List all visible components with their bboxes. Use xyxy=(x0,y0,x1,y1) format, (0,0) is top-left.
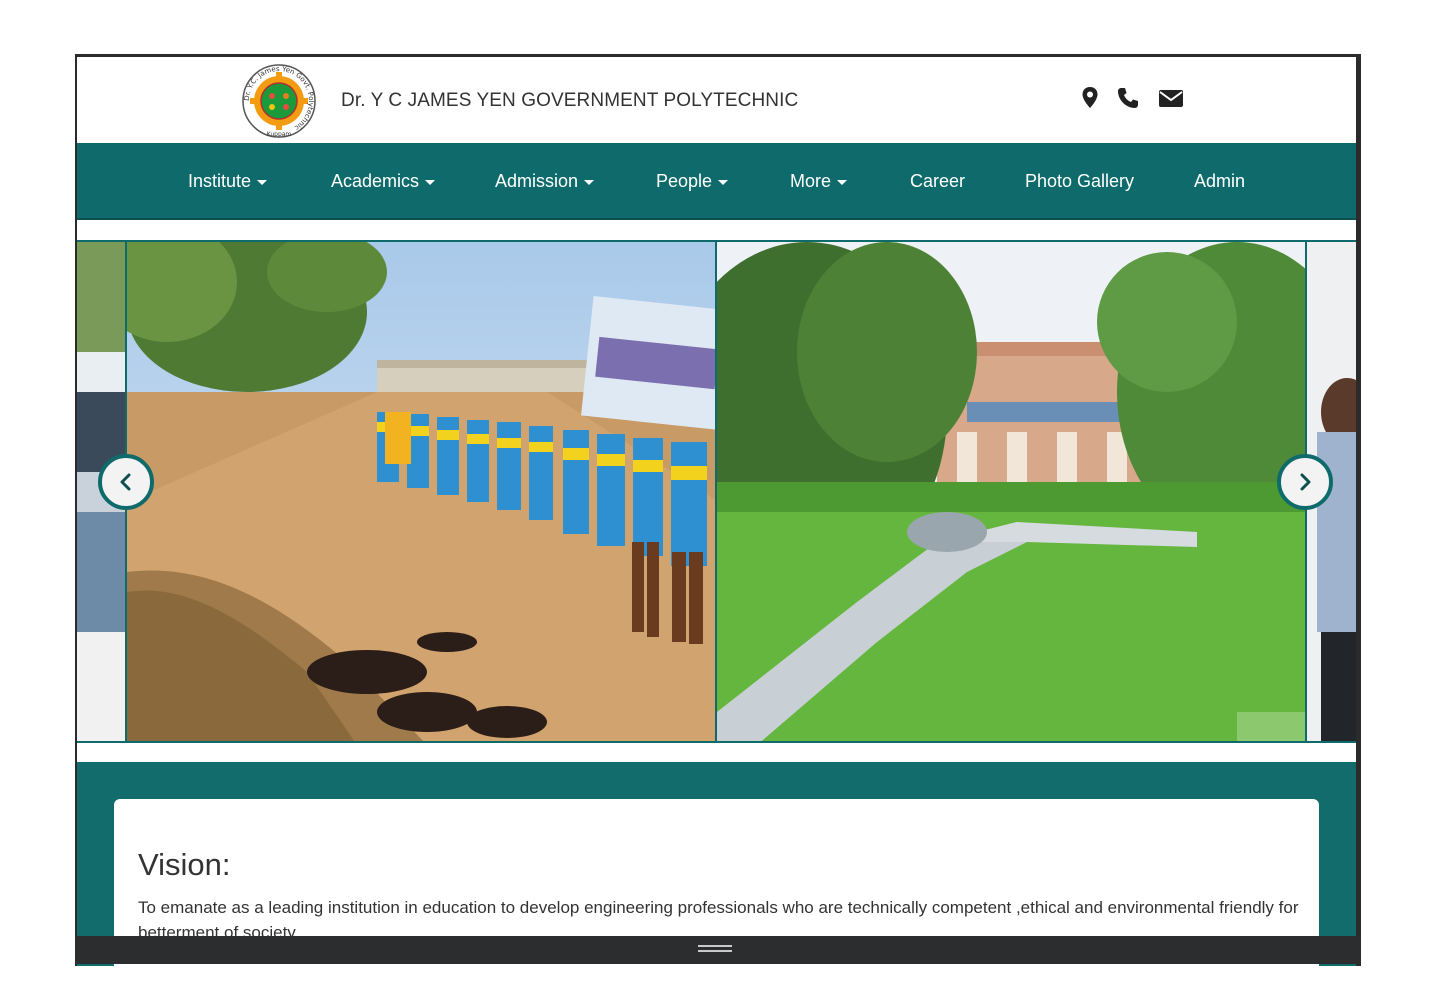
nav-item-label: Career xyxy=(910,171,966,191)
phone-icon[interactable] xyxy=(1115,85,1141,111)
nav-list: Institute Academics Admission People Mor… xyxy=(77,143,1356,218)
nav-item-label: Admin xyxy=(1194,171,1246,191)
vision-title: Vision: xyxy=(138,847,231,882)
nav-item-label: More xyxy=(790,171,832,191)
carousel-prev-button[interactable] xyxy=(98,454,154,510)
nav-item-label: Institute xyxy=(188,171,252,191)
nav-item-career[interactable]: Career xyxy=(910,143,965,218)
caret-down-icon xyxy=(425,179,436,185)
caret-down-icon xyxy=(837,179,848,185)
carousel-next-button[interactable] xyxy=(1277,454,1333,510)
grip-icon xyxy=(698,945,732,954)
nav-item-photo-gallery[interactable]: Photo Gallery xyxy=(1025,143,1134,218)
nav-item-admin[interactable]: Admin xyxy=(1194,143,1245,218)
chevron-right-icon xyxy=(1300,473,1311,491)
image-carousel xyxy=(77,240,1356,743)
carousel-slide-campus-building[interactable] xyxy=(715,240,1307,743)
caret-down-icon xyxy=(584,179,595,185)
nav-item-more[interactable]: More xyxy=(790,143,848,218)
site-title[interactable]: Dr. Y C JAMES YEN GOVERNMENT POLYTECHNIC xyxy=(341,90,798,112)
browser-viewport: Dr. Y.C. James Yen Govt. Polytechnic Kup… xyxy=(75,54,1361,966)
logo-bottom-text: Kuppam xyxy=(267,131,292,138)
nav-item-label: Admission xyxy=(495,171,579,191)
nav-item-label: Photo Gallery xyxy=(1025,171,1135,191)
envelope-icon[interactable] xyxy=(1157,85,1185,111)
college-logo[interactable]: Dr. Y.C. James Yen Govt. Polytechnic Kup… xyxy=(241,63,317,139)
main-navbar: Institute Academics Admission People Mor… xyxy=(77,143,1356,220)
nav-item-institute[interactable]: Institute xyxy=(188,143,268,218)
chevron-left-icon xyxy=(120,473,131,491)
nav-item-admission[interactable]: Admission xyxy=(495,143,595,218)
caret-down-icon xyxy=(718,179,729,185)
carousel-slide-students-march[interactable] xyxy=(125,240,717,743)
nav-item-people[interactable]: People xyxy=(656,143,729,218)
nav-item-label: People xyxy=(656,171,713,191)
nav-item-academics[interactable]: Academics xyxy=(331,143,436,218)
caret-down-icon xyxy=(257,179,268,185)
site-header: Dr. Y.C. James Yen Govt. Polytechnic Kup… xyxy=(77,57,1356,143)
map-marker-icon[interactable] xyxy=(1077,85,1103,111)
resize-bar[interactable] xyxy=(75,936,1361,964)
nav-item-label: Academics xyxy=(331,171,420,191)
